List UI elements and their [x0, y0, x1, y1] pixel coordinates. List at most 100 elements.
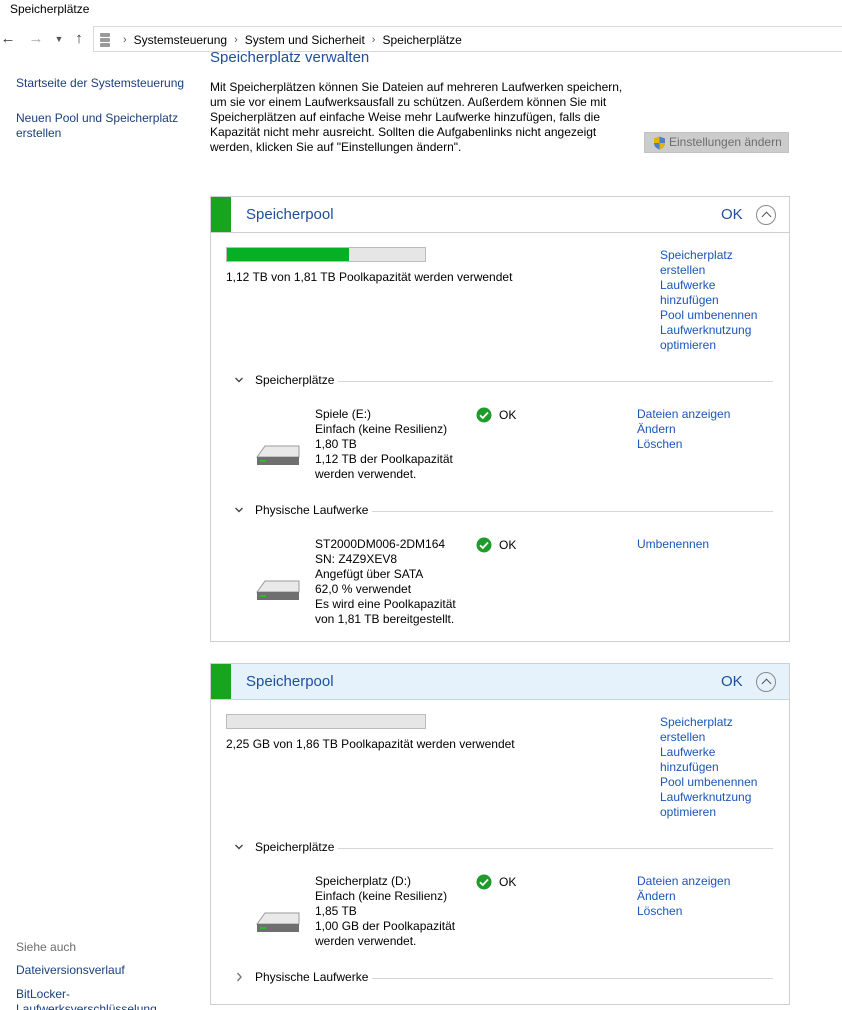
pool-header[interactable]: Speicherpool OK: [211, 664, 789, 700]
sidebar-link-home[interactable]: Startseite der Systemsteuerung: [16, 76, 184, 91]
drives-section-title: Physische Laufwerke: [255, 503, 373, 517]
view-files-link[interactable]: Dateien anzeigen: [637, 407, 730, 422]
intro-text: Mit Speicherplätzen können Sie Dateien a…: [210, 80, 623, 154]
breadcrumb: › Systemsteuerung › System und Sicherhei…: [116, 33, 462, 47]
navigation-bar: ← → ▼ ↑ › Systemsteuerung › System und S…: [0, 22, 842, 56]
storage-pool-panel: Speicherpool OK 1,12 TB von 1,81 TB Pool…: [210, 196, 790, 642]
window-title: Speicherplätze: [10, 2, 90, 16]
space-resiliency: Einfach (keine Resilienz): [315, 422, 448, 436]
add-drives-link[interactable]: Laufwerke hinzufügen: [660, 745, 770, 775]
space-usage-line-2: werden verwendet.: [315, 934, 417, 948]
uac-shield-icon: [654, 136, 665, 150]
drive-model: ST2000DM006-2DM164: [315, 537, 446, 551]
space-name: Spiele (E:): [315, 407, 372, 421]
drive-capacity-line-2: von 1,81 TB bereitgestellt.: [315, 612, 455, 626]
expand-chevron-icon[interactable]: [234, 840, 244, 854]
pool-usage-bar: [226, 714, 426, 729]
space-usage-line-2: werden verwendet.: [315, 467, 417, 481]
drive-capacity-line-1: Es wird eine Poolkapazität: [315, 597, 456, 611]
drives-section-header[interactable]: Physische Laufwerke: [231, 503, 773, 519]
forward-arrow-icon[interactable]: →: [28, 30, 44, 48]
space-status-text: OK: [499, 875, 517, 889]
pool-name: Speicherpool: [246, 206, 334, 223]
create-space-link[interactable]: Speicherplatz erstellen: [660, 248, 770, 278]
expand-chevron-icon[interactable]: [234, 373, 244, 387]
page-title: Speicherplatz verwalten: [210, 49, 370, 64]
create-space-link[interactable]: Speicherplatz erstellen: [660, 715, 770, 745]
storage-pool-panel: Speicherpool OK 2,25 GB von 1,86 TB Pool…: [210, 663, 790, 1005]
space-name: Speicherplatz (D:): [315, 874, 412, 888]
physical-drive-item: ST2000DM006-2DM164 SN: Z4Z9XEV8 Angefügt…: [211, 537, 789, 632]
pool-name: Speicherpool: [246, 673, 334, 690]
pool-actions: Speicherplatz erstellen Laufwerke hinzuf…: [660, 248, 770, 353]
sidebar: Startseite der Systemsteuerung Neuen Poo…: [0, 56, 200, 1010]
rename-pool-link[interactable]: Pool umbenennen: [660, 308, 770, 323]
breadcrumb-system-und-sicherheit[interactable]: System und Sicherheit: [245, 33, 365, 47]
drive-info: ST2000DM006-2DM164 SN: Z4Z9XEV8 Angefügt…: [315, 537, 456, 627]
view-files-link[interactable]: Dateien anzeigen: [637, 874, 730, 889]
breadcrumb-systemsteuerung[interactable]: Systemsteuerung: [134, 33, 227, 47]
space-usage-line-1: 1,12 TB der Poolkapazität: [315, 452, 453, 466]
up-arrow-icon[interactable]: ↑: [71, 30, 87, 48]
pool-health-bar: [211, 664, 231, 699]
sidebar-link-bitlocker[interactable]: BitLocker-Laufwerksverschlüsselung: [16, 987, 156, 1010]
space-size: 1,80 TB: [315, 437, 357, 451]
space-usage-line-1: 1,00 GB der Poolkapazität: [315, 919, 456, 933]
expand-chevron-icon[interactable]: [234, 503, 244, 517]
drives-section-title: Physische Laufwerke: [255, 970, 373, 984]
title-bar: Speicherplätze: [0, 0, 842, 22]
ok-check-icon: [476, 407, 492, 423]
space-info: Speicherplatz (D:) Einfach (keine Resili…: [315, 874, 455, 949]
space-status-text: OK: [499, 408, 517, 422]
change-space-link[interactable]: Ändern: [637, 422, 730, 437]
pool-usage-text: 1,12 TB von 1,81 TB Poolkapazität werden…: [226, 270, 513, 284]
drive-usage: 62,0 % verwendet: [315, 582, 412, 596]
collapse-chevron-icon[interactable]: [756, 205, 776, 225]
breadcrumb-separator-icon[interactable]: ›: [123, 34, 127, 46]
delete-space-link[interactable]: Löschen: [637, 437, 730, 452]
drives-section-header[interactable]: Physische Laufwerke: [231, 970, 773, 986]
expand-chevron-right-icon[interactable]: [234, 970, 244, 984]
spaces-section-header[interactable]: Speicherplätze: [231, 840, 773, 856]
back-arrow-icon[interactable]: ←: [0, 30, 16, 48]
drive-connection: Angefügt über SATA: [315, 567, 424, 581]
storage-space-item: Spiele (E:) Einfach (keine Resilienz) 1,…: [211, 407, 789, 497]
space-info: Spiele (E:) Einfach (keine Resilienz) 1,…: [315, 407, 453, 482]
spaces-section-title: Speicherplätze: [255, 373, 339, 387]
breadcrumb-separator-icon[interactable]: ›: [372, 34, 376, 46]
drive-status-text: OK: [499, 538, 517, 552]
pool-usage-bar: [226, 247, 426, 262]
breadcrumb-separator-icon[interactable]: ›: [234, 34, 238, 46]
space-status: OK: [476, 407, 516, 423]
change-space-link[interactable]: Ändern: [637, 889, 730, 904]
space-status: OK: [476, 874, 516, 890]
pool-header[interactable]: Speicherpool OK: [211, 197, 789, 233]
storage-space-item: Speicherplatz (D:) Einfach (keine Resili…: [211, 874, 789, 964]
drive-serial: SN: Z4Z9XEV8: [315, 552, 398, 566]
change-settings-label: Einstellungen ändern: [669, 135, 782, 149]
add-drives-link[interactable]: Laufwerke hinzufügen: [660, 278, 770, 308]
storage-spaces-icon: [100, 33, 110, 47]
space-actions: Dateien anzeigen Ändern Löschen: [637, 407, 730, 452]
optimize-drive-usage-link[interactable]: Laufwerknutzung optimieren: [660, 790, 770, 820]
breadcrumb-speicherplaetze[interactable]: Speicherplätze: [382, 33, 461, 47]
rename-drive-link[interactable]: Umbenennen: [637, 537, 709, 552]
drive-status: OK: [476, 537, 516, 553]
pool-usage-text: 2,25 GB von 1,86 TB Poolkapazität werden…: [226, 737, 515, 751]
address-bar[interactable]: › Systemsteuerung › System und Sicherhei…: [93, 26, 842, 52]
space-resiliency: Einfach (keine Resilienz): [315, 889, 448, 903]
rename-pool-link[interactable]: Pool umbenennen: [660, 775, 770, 790]
collapse-chevron-icon[interactable]: [756, 672, 776, 692]
pool-status: OK: [721, 673, 743, 690]
sidebar-link-new-pool[interactable]: Neuen Pool und Speicherplatz erstellen: [16, 111, 191, 141]
space-actions: Dateien anzeigen Ändern Löschen: [637, 874, 730, 919]
delete-space-link[interactable]: Löschen: [637, 904, 730, 919]
sidebar-link-file-history[interactable]: Dateiversionsverlauf: [16, 963, 125, 978]
spaces-section-header[interactable]: Speicherplätze: [231, 373, 773, 389]
pool-health-bar: [211, 197, 231, 232]
optimize-drive-usage-link[interactable]: Laufwerknutzung optimieren: [660, 323, 770, 353]
ok-check-icon: [476, 537, 492, 553]
recent-locations-chevron-icon[interactable]: ▼: [51, 30, 67, 48]
change-settings-button[interactable]: Einstellungen ändern: [644, 132, 789, 153]
drive-icon: [256, 912, 300, 932]
